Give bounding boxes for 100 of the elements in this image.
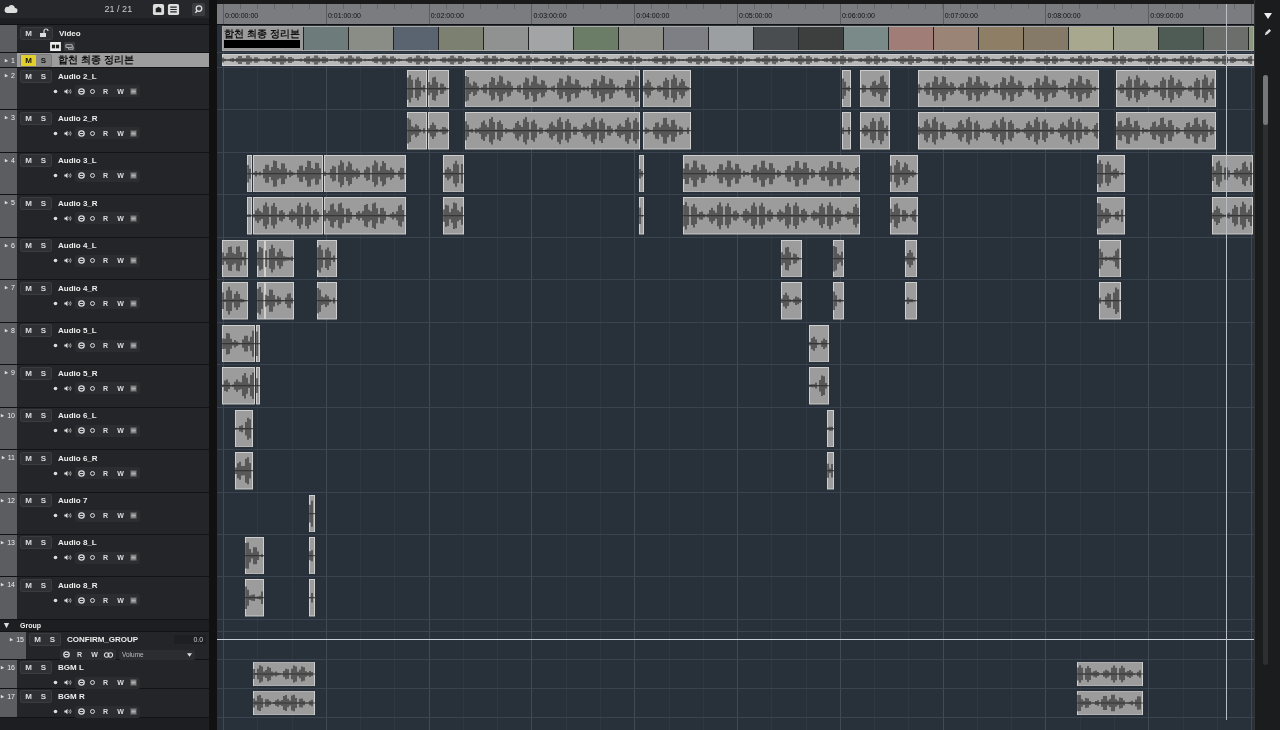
audio-clip[interactable]: [309, 494, 316, 532]
audio-clip[interactable]: [222, 324, 256, 363]
audio-clip[interactable]: [465, 112, 641, 150]
edit-icon[interactable]: [77, 298, 86, 308]
mute-button[interactable]: M: [21, 282, 36, 294]
audio-clip[interactable]: [253, 197, 324, 235]
speaker-icon[interactable]: [63, 468, 72, 478]
caret-icon[interactable]: [187, 652, 192, 657]
audio-clip[interactable]: [257, 239, 266, 278]
audio-clip[interactable]: [253, 690, 316, 715]
track-header[interactable]: M Video: [17, 25, 210, 52]
audio-clip[interactable]: [465, 70, 641, 108]
audio-clip[interactable]: [265, 239, 295, 278]
list-icon[interactable]: [129, 468, 138, 478]
audio-clip[interactable]: [833, 239, 845, 278]
audio-clip[interactable]: [309, 579, 316, 617]
audio-clip[interactable]: [890, 154, 919, 193]
audio-clip[interactable]: [827, 452, 835, 490]
audio-clip[interactable]: [643, 112, 692, 150]
audio-clip[interactable]: [265, 282, 295, 320]
audio-clip[interactable]: [222, 282, 249, 320]
audio-clip[interactable]: [860, 70, 891, 108]
edit-icon[interactable]: [77, 256, 86, 266]
triangle-icon[interactable]: [1262, 12, 1273, 20]
audio-clip[interactable]: [443, 197, 465, 235]
solo-button[interactable]: S: [36, 410, 51, 422]
audio-clip[interactable]: [842, 112, 852, 150]
speaker-icon[interactable]: [63, 213, 72, 223]
audio-clip[interactable]: [809, 324, 830, 363]
solo-button[interactable]: S: [36, 155, 51, 167]
edit-icon[interactable]: [62, 650, 71, 660]
monitor-icon[interactable]: [88, 707, 97, 717]
monitor-icon[interactable]: [88, 128, 97, 138]
audio-clip[interactable]: [257, 282, 266, 320]
audio-clip[interactable]: [918, 70, 1100, 108]
audio-clip[interactable]: [253, 154, 324, 193]
speaker-icon[interactable]: [63, 341, 72, 351]
mute-button[interactable]: M: [21, 691, 36, 703]
project-cursor[interactable]: [1226, 4, 1228, 720]
audio-clip[interactable]: [918, 112, 1100, 150]
audio-clip[interactable]: [827, 409, 835, 448]
list-icon[interactable]: [129, 128, 138, 138]
monitor-icon[interactable]: [88, 426, 97, 436]
speaker-icon[interactable]: [63, 707, 72, 717]
audio-clip[interactable]: [235, 409, 254, 448]
solo-button[interactable]: S: [36, 579, 51, 591]
list-icon[interactable]: [129, 256, 138, 266]
search-icon[interactable]: [192, 2, 206, 16]
audio-clip[interactable]: [245, 537, 265, 575]
audio-clip[interactable]: [683, 154, 861, 193]
mute-button[interactable]: M: [21, 662, 36, 674]
link-icon[interactable]: [103, 650, 114, 659]
audio-clip[interactable]: [905, 239, 918, 278]
solo-button[interactable]: S: [36, 662, 51, 674]
audio-clip[interactable]: [324, 197, 407, 235]
speaker-icon[interactable]: [63, 298, 72, 308]
speaker-icon[interactable]: [63, 511, 72, 521]
audio-clip[interactable]: [683, 197, 861, 235]
audio-clip[interactable]: [781, 282, 803, 320]
monitor-icon[interactable]: [88, 171, 97, 181]
audio-clip[interactable]: [222, 367, 256, 405]
speaker-icon[interactable]: [63, 426, 72, 436]
audio-clip[interactable]: [781, 239, 803, 278]
monitor-icon[interactable]: [88, 553, 97, 563]
mute-button[interactable]: M: [21, 240, 36, 252]
monitor-icon[interactable]: [88, 468, 97, 478]
list-icon[interactable]: [129, 511, 138, 521]
audio-clip[interactable]: [833, 282, 845, 320]
monitor-icon[interactable]: [88, 86, 97, 96]
edit-icon[interactable]: [77, 511, 86, 521]
mute-button[interactable]: M: [21, 495, 36, 507]
audio-clip[interactable]: [643, 70, 692, 108]
mute-button[interactable]: M: [21, 54, 36, 66]
edit-icon[interactable]: [77, 86, 86, 96]
lock-icon[interactable]: [39, 27, 49, 38]
audio-clip[interactable]: [407, 112, 428, 150]
thumbnail-icon[interactable]: [50, 42, 61, 51]
monitor-icon[interactable]: [88, 678, 97, 688]
audio-clip[interactable]: [324, 154, 407, 193]
audio-clip[interactable]: [256, 367, 261, 405]
mute-button[interactable]: M: [21, 537, 36, 549]
solo-button[interactable]: S: [36, 691, 51, 703]
edit-icon[interactable]: [77, 341, 86, 351]
mute-button[interactable]: M: [21, 70, 36, 82]
edit-icon[interactable]: [77, 707, 86, 717]
mute-button[interactable]: M: [21, 112, 36, 124]
audio-clip[interactable]: [222, 54, 1255, 66]
speaker-icon[interactable]: [63, 171, 72, 181]
monitor-icon[interactable]: [88, 511, 97, 521]
mute-button[interactable]: M: [21, 579, 36, 591]
audio-clip[interactable]: [317, 282, 338, 320]
mute-button[interactable]: M: [21, 155, 36, 167]
list-icon[interactable]: [167, 2, 181, 16]
cloud-icon[interactable]: [4, 4, 18, 14]
solo-button[interactable]: S: [36, 367, 51, 379]
solo-button[interactable]: S: [36, 112, 51, 124]
monitor-icon[interactable]: [88, 213, 97, 223]
audio-clip[interactable]: [1116, 70, 1217, 108]
audio-clip[interactable]: [1097, 154, 1126, 193]
solo-button[interactable]: S: [36, 537, 51, 549]
